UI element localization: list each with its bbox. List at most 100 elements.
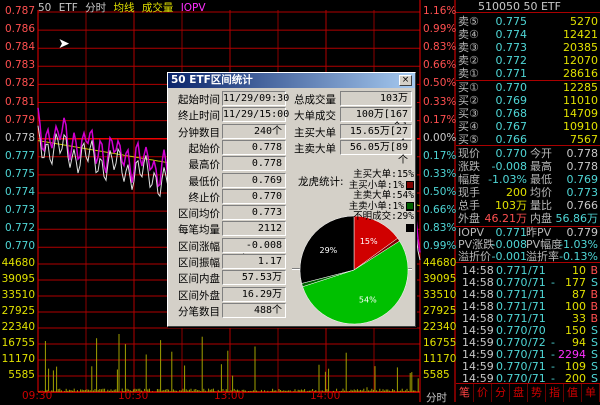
buy-level-row: 买④ 0.767 10910: [456, 120, 600, 133]
field-value: 0.770: [222, 188, 286, 204]
stat-label: 内盘: [530, 212, 552, 225]
level-label: 买④: [458, 120, 479, 133]
pct-tick: 0.50%: [423, 77, 457, 90]
field-label: 主卖大单: [294, 142, 336, 155]
iopv-value: -0.001: [491, 250, 527, 263]
stat-value: 46.21万: [484, 212, 528, 225]
pie-legend-item: 主买小单:1%: [346, 180, 414, 191]
quote-tab[interactable]: 值: [564, 384, 582, 402]
price-tick: 0.778: [4, 131, 35, 144]
field-label: 最低价: [188, 175, 221, 188]
level-volume: 11010: [563, 94, 598, 107]
stat-row: 现手 200 均价 0.773: [456, 186, 600, 199]
time-tick: 13:00: [214, 390, 245, 402]
volume-tick: 44680: [1, 257, 35, 269]
level-label: 卖①: [458, 67, 479, 80]
price-tick: 0.782: [4, 77, 35, 90]
field-label: 区间外盘: [178, 289, 220, 302]
quote-tab[interactable]: 单: [582, 384, 600, 402]
field-label: 总成交量: [294, 94, 336, 106]
level-volume: 5270: [570, 15, 598, 28]
quote-tab[interactable]: 价: [474, 384, 492, 402]
volume-tick-right: 5585: [423, 369, 450, 381]
field-value: 100万[167个]: [340, 107, 412, 133]
field-value: -0.008 (-1.03%: [222, 237, 286, 264]
field-value: 57.53万: [222, 270, 286, 286]
level-volume: 20385: [563, 41, 598, 54]
pie-legend-item: 不明成交:29%: [346, 211, 414, 233]
stat-row: 现价 0.770 今开 0.778: [456, 147, 600, 160]
field-label: 区间均价: [178, 208, 220, 221]
quote-tab[interactable]: 指: [546, 384, 564, 402]
stat-label: 今开: [530, 147, 552, 160]
level-price: 0.767: [495, 120, 528, 133]
legend-swatch: [406, 181, 414, 189]
stat-label: 现手: [458, 186, 480, 199]
quote-tab[interactable]: 笔: [456, 384, 474, 402]
sell-level-row: 卖⑤ 0.775 5270: [456, 15, 600, 28]
pct-tick: 0.66%: [423, 59, 457, 72]
time-tick: 09:30: [22, 390, 53, 402]
stat-value: -0.008: [491, 160, 527, 173]
volume-tick-right: 33510: [423, 289, 457, 301]
sell-level-row: 卖② 0.772 12070: [456, 54, 600, 67]
level-price: 0.769: [495, 94, 528, 107]
field-value: 56.05万[89个: [340, 139, 412, 166]
quote-tab[interactable]: 势: [528, 384, 546, 402]
volume-tick: 22340: [1, 321, 35, 333]
pie-slice-label: 29%: [320, 246, 338, 255]
close-button[interactable]: ×: [399, 75, 412, 86]
trade-flag: -: [551, 372, 555, 385]
volume-tick: 11170: [1, 353, 35, 365]
level-price: 0.766: [495, 133, 528, 146]
level-label: 卖⑤: [458, 15, 479, 28]
stat-row: 总手 103万 量比 0.766: [456, 199, 600, 212]
legend-iopv: IOPV: [180, 2, 206, 14]
volume-tick: 39095: [1, 273, 35, 285]
stat-label: 幅度: [458, 173, 480, 186]
field-value: 15.65万[27个: [340, 123, 412, 150]
pie-slice-label: 54%: [359, 295, 377, 304]
volume-tick-right: 11170: [423, 353, 457, 365]
level-price: 0.772: [495, 54, 528, 67]
stat-label: 涨跌: [458, 160, 480, 173]
iopv-label: 溢折率: [526, 250, 559, 263]
field-label: 大单成交: [294, 110, 336, 123]
field-label: 主买大单: [294, 126, 336, 139]
buy-level-row: 买② 0.769 11010: [456, 94, 600, 107]
field-label: 分笔数目: [178, 305, 220, 318]
price-tick: 0.786: [4, 23, 35, 36]
stat-label: 总手: [458, 199, 480, 212]
trade-row: 14:59 0.770/71-200 S: [456, 372, 600, 385]
field-label: 区间振幅: [178, 257, 220, 269]
sell-level-row: 卖③ 0.773 20385: [456, 41, 600, 54]
sell-level-row: 卖④ 0.774 12421: [456, 28, 600, 41]
level-price: 0.771: [495, 67, 528, 80]
field-value: 0.778: [222, 139, 286, 155]
level-price: 0.773: [495, 41, 528, 54]
stat-value: 200: [506, 186, 527, 199]
level-label: 买①: [458, 81, 479, 94]
quote-tab[interactable]: 盘: [510, 384, 528, 402]
pct-tick: 0.17%: [423, 149, 457, 162]
field-value: 16.29万: [222, 286, 286, 302]
pct-tick: 0.50%: [423, 186, 457, 198]
quote-tabs: 笔价分盘势指值单: [456, 383, 600, 402]
legend-volume: 成交量: [141, 2, 174, 14]
volume-tick-right: 44680: [423, 257, 457, 269]
stat-label: 外盘: [458, 212, 480, 225]
level-volume: 12285: [563, 81, 598, 94]
buy-level-row: 买⑤ 0.766 7567: [456, 133, 600, 146]
quote-tab[interactable]: 分: [492, 384, 510, 402]
iopv-value: -0.13%: [559, 250, 598, 263]
volume-tick: 16755: [1, 337, 35, 349]
iopv-label: 溢折价: [458, 250, 491, 263]
volume-tick-right: 27925: [423, 305, 457, 317]
mouse-cursor-icon: ➤: [58, 36, 70, 52]
field-value: 488个: [222, 302, 286, 318]
chart-mode: 分时: [85, 2, 107, 14]
stat-value: -1.03%: [488, 173, 527, 186]
level-volume: 10910: [563, 120, 598, 133]
stat-value: 0.769: [566, 173, 599, 186]
field-label: 起始价: [188, 142, 221, 155]
